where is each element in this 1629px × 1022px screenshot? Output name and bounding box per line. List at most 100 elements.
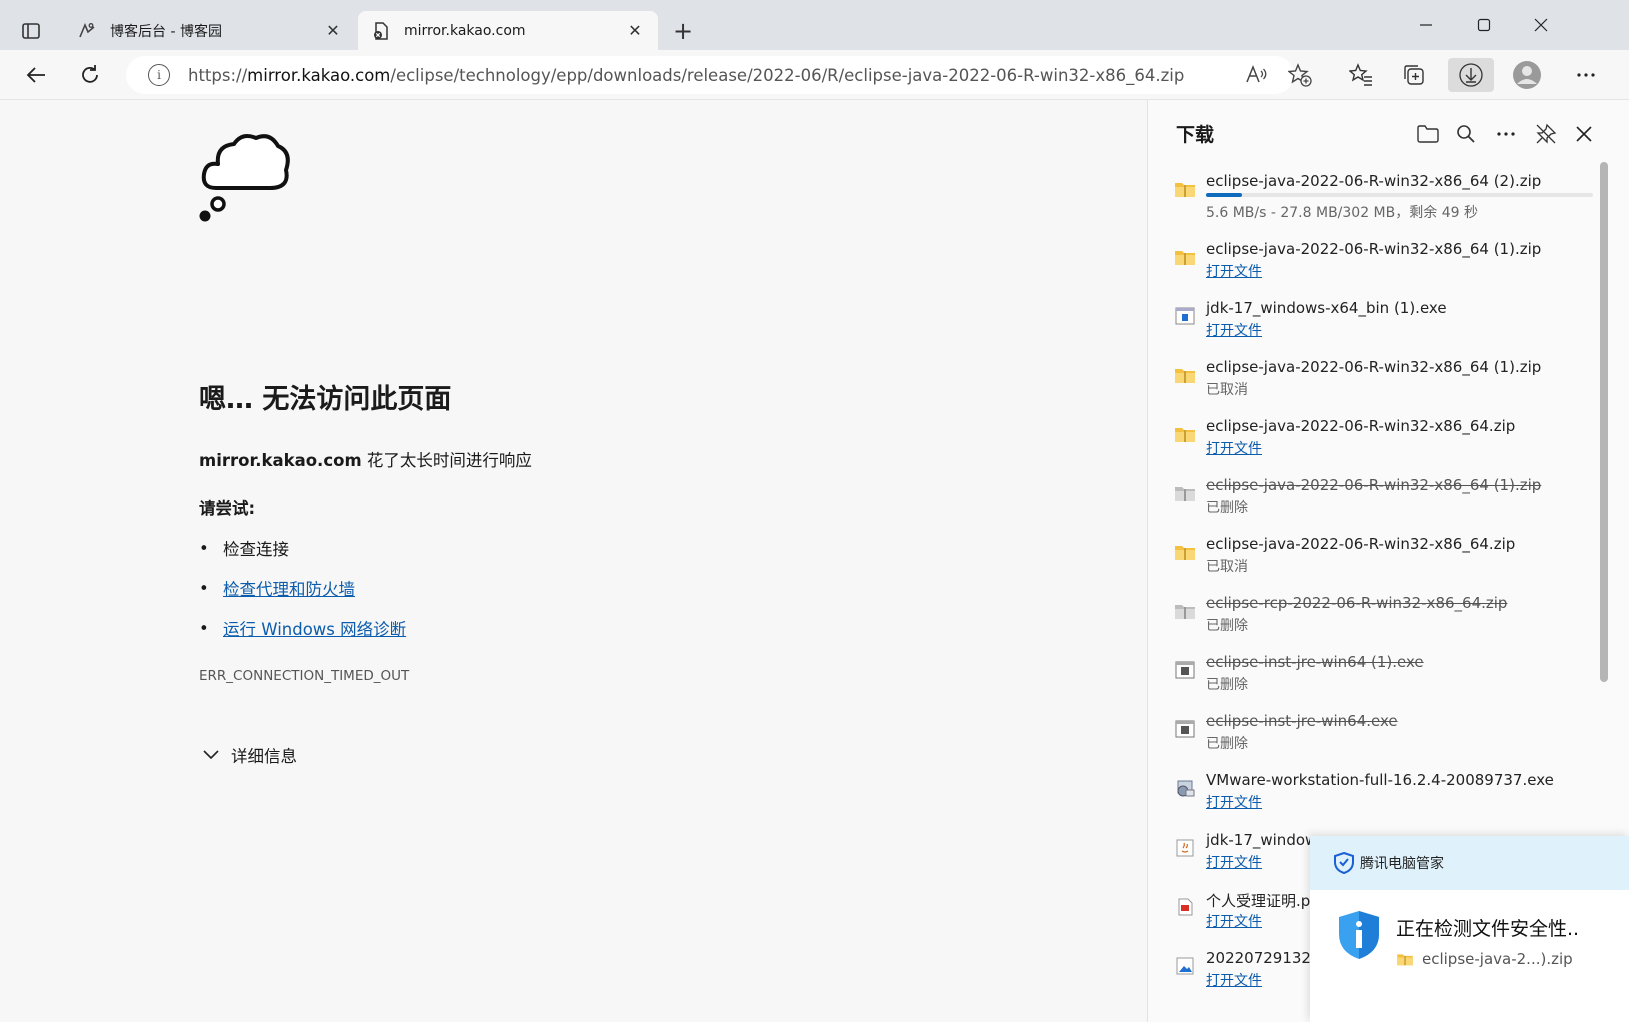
tab-blog-admin[interactable]: 博客后台 - 博客园 ✕ xyxy=(64,11,356,50)
details-toggle[interactable]: 详细信息 xyxy=(203,743,297,767)
open-file-link[interactable]: 打开文件 xyxy=(1206,970,1262,990)
download-item[interactable]: VMware-workstation-full-16.2.4-20089737.… xyxy=(1148,761,1608,819)
download-filename: eclipse-java-2022-06-R-win32-x86_64 (1).… xyxy=(1206,358,1542,376)
open-file-link[interactable]: 打开文件 xyxy=(1206,320,1262,340)
back-button[interactable] xyxy=(18,58,54,92)
popup-body: 正在检测文件安全性.. eclipse-java-2...).zip xyxy=(1310,890,1629,1022)
error-page xyxy=(0,100,1147,1022)
download-progress-bar xyxy=(1206,193,1593,197)
try-heading: 请尝试: xyxy=(199,499,256,518)
settings-more-button[interactable] xyxy=(1568,58,1604,92)
maximize-button[interactable] xyxy=(1461,10,1507,40)
exe-gray-icon xyxy=(1175,720,1195,738)
read-aloud-icon xyxy=(1246,64,1267,83)
collections-icon xyxy=(1404,65,1424,85)
download-filename: jdk-17_window xyxy=(1206,831,1318,849)
downloads-scrollbar[interactable] xyxy=(1600,162,1608,682)
download-icon xyxy=(1459,63,1483,87)
open-file-link[interactable]: 打开文件 xyxy=(1206,438,1262,458)
collections-button[interactable] xyxy=(1396,58,1432,92)
folder-zip-icon xyxy=(1175,183,1195,197)
site-info-icon[interactable]: i xyxy=(148,64,170,86)
close-downloads-button[interactable] xyxy=(1568,118,1600,150)
download-status: 已删除 xyxy=(1206,677,1248,693)
folder-zip-icon xyxy=(1175,546,1195,560)
download-item[interactable]: eclipse-java-2022-06-R-win32-x86_64 (1).… xyxy=(1148,466,1608,524)
download-status: 已取消 xyxy=(1206,382,1248,398)
pin-downloads-button[interactable] xyxy=(1530,118,1562,150)
download-status: 已删除 xyxy=(1206,618,1248,634)
download-item[interactable]: eclipse-inst-jre-win64.exe 已删除 xyxy=(1148,702,1608,760)
folder-icon xyxy=(1417,125,1439,143)
download-filename: eclipse-java-2022-06-R-win32-x86_64 (1).… xyxy=(1206,476,1542,494)
download-item[interactable]: eclipse-inst-jre-win64 (1).exe 已删除 xyxy=(1148,643,1608,701)
download-filename: eclipse-java-2022-06-R-win32-x86_64 (1).… xyxy=(1206,240,1542,258)
refresh-button[interactable] xyxy=(72,58,108,92)
open-downloads-folder-button[interactable] xyxy=(1412,118,1444,150)
avatar-icon xyxy=(1513,61,1541,89)
download-item[interactable]: jdk-17_windows-x64_bin (1).exe 打开文件 xyxy=(1148,289,1608,347)
refresh-icon xyxy=(82,65,98,83)
check-proxy-link[interactable]: 检查代理和防火墙 xyxy=(223,576,355,600)
cnblogs-favicon-icon xyxy=(76,20,98,42)
download-item[interactable]: eclipse-java-2022-06-R-win32-x86_64 (1).… xyxy=(1148,348,1608,406)
network-diagnostics-link[interactable]: 运行 Windows 网络诊断 xyxy=(223,616,406,640)
back-arrow-icon xyxy=(26,67,45,83)
download-item[interactable]: eclipse-java-2022-06-R-win32-x86_64.zip … xyxy=(1148,407,1608,465)
new-tab-button[interactable]: + xyxy=(668,16,698,46)
download-item[interactable]: eclipse-java-2022-06-R-win32-x86_64 (1).… xyxy=(1148,230,1608,288)
favorites-button[interactable] xyxy=(1343,58,1379,92)
add-favorite-button[interactable] xyxy=(1282,58,1318,92)
tencent-shield-icon xyxy=(1334,852,1354,874)
open-file-link[interactable]: 打开文件 xyxy=(1206,852,1262,872)
close-tab-icon[interactable]: ✕ xyxy=(322,20,344,42)
tab-title: mirror.kakao.com xyxy=(404,22,526,39)
more-dots-icon xyxy=(1497,132,1515,136)
browser-toolbar: i https://mirror.kakao.com/eclipse/techn… xyxy=(0,50,1629,100)
download-item[interactable]: eclipse-rcp-2022-06-R-win32-x86_64.zip 已… xyxy=(1148,584,1608,642)
minimize-icon xyxy=(1420,24,1432,26)
minimize-button[interactable] xyxy=(1403,10,1449,40)
open-file-link[interactable]: 打开文件 xyxy=(1206,911,1262,931)
popup-header: 腾讯电脑管家 xyxy=(1310,836,1629,890)
suggestion-check-connection: • 检查连接 xyxy=(199,538,289,560)
star-add-icon xyxy=(1288,63,1312,87)
error-message: mirror.kakao.com 花了太长时间进行响应 xyxy=(199,451,532,470)
thought-cloud-icon xyxy=(198,128,290,226)
page-error-icon xyxy=(370,20,392,42)
download-filename: VMware-workstation-full-16.2.4-20089737.… xyxy=(1206,771,1554,789)
tab-strip: 博客后台 - 博客园 ✕ mirror.kakao.com ✕ + xyxy=(0,0,1629,50)
tencent-security-popup[interactable]: 腾讯电脑管家 正在检测文件安全性.. eclipse-java-2...).zi… xyxy=(1310,836,1629,1022)
download-item[interactable]: eclipse-java-2022-06-R-win32-x86_64 (2).… xyxy=(1148,162,1608,221)
open-file-link[interactable]: 打开文件 xyxy=(1206,261,1262,281)
suggestion-check-proxy: • 检查代理和防火墙 xyxy=(199,576,355,600)
close-icon xyxy=(1534,18,1548,32)
download-item[interactable]: eclipse-java-2022-06-R-win32-x86_64.zip … xyxy=(1148,525,1608,583)
suggestion-network-diagnostics: • 运行 Windows 网络诊断 xyxy=(199,616,406,640)
download-status: 5.6 MB/s - 27.8 MB/302 MB，剩余 49 秒 xyxy=(1206,205,1478,221)
downloads-more-button[interactable] xyxy=(1490,118,1522,150)
read-aloud-button[interactable] xyxy=(1239,58,1275,92)
popup-file: eclipse-java-2...).zip xyxy=(1396,950,1573,968)
tab-actions-button[interactable] xyxy=(14,14,48,48)
info-shield-icon xyxy=(1339,911,1379,959)
download-filename: eclipse-java-2022-06-R-win32-x86_64.zip xyxy=(1206,417,1516,435)
download-filename: eclipse-rcp-2022-06-R-win32-x86_64.zip xyxy=(1206,594,1508,612)
close-window-button[interactable] xyxy=(1518,10,1564,40)
downloads-button[interactable] xyxy=(1448,58,1494,92)
close-tab-icon[interactable]: ✕ xyxy=(624,20,646,42)
image-icon xyxy=(1176,957,1194,975)
search-icon xyxy=(1457,125,1475,143)
address-bar[interactable]: i https://mirror.kakao.com/eclipse/techn… xyxy=(126,56,1294,94)
open-file-link[interactable]: 打开文件 xyxy=(1206,792,1262,812)
folder-zip-icon xyxy=(1397,954,1413,966)
tab-mirror-kakao[interactable]: mirror.kakao.com ✕ xyxy=(358,11,658,50)
profile-button[interactable] xyxy=(1509,58,1545,92)
exe-icon xyxy=(1175,307,1195,325)
download-filename: 个人受理证明.p xyxy=(1206,892,1311,910)
download-status: 已删除 xyxy=(1206,500,1248,516)
close-icon xyxy=(1576,126,1592,142)
unpin-icon xyxy=(1536,123,1557,144)
popup-brand: 腾讯电脑管家 xyxy=(1360,856,1444,872)
search-downloads-button[interactable] xyxy=(1450,118,1482,150)
